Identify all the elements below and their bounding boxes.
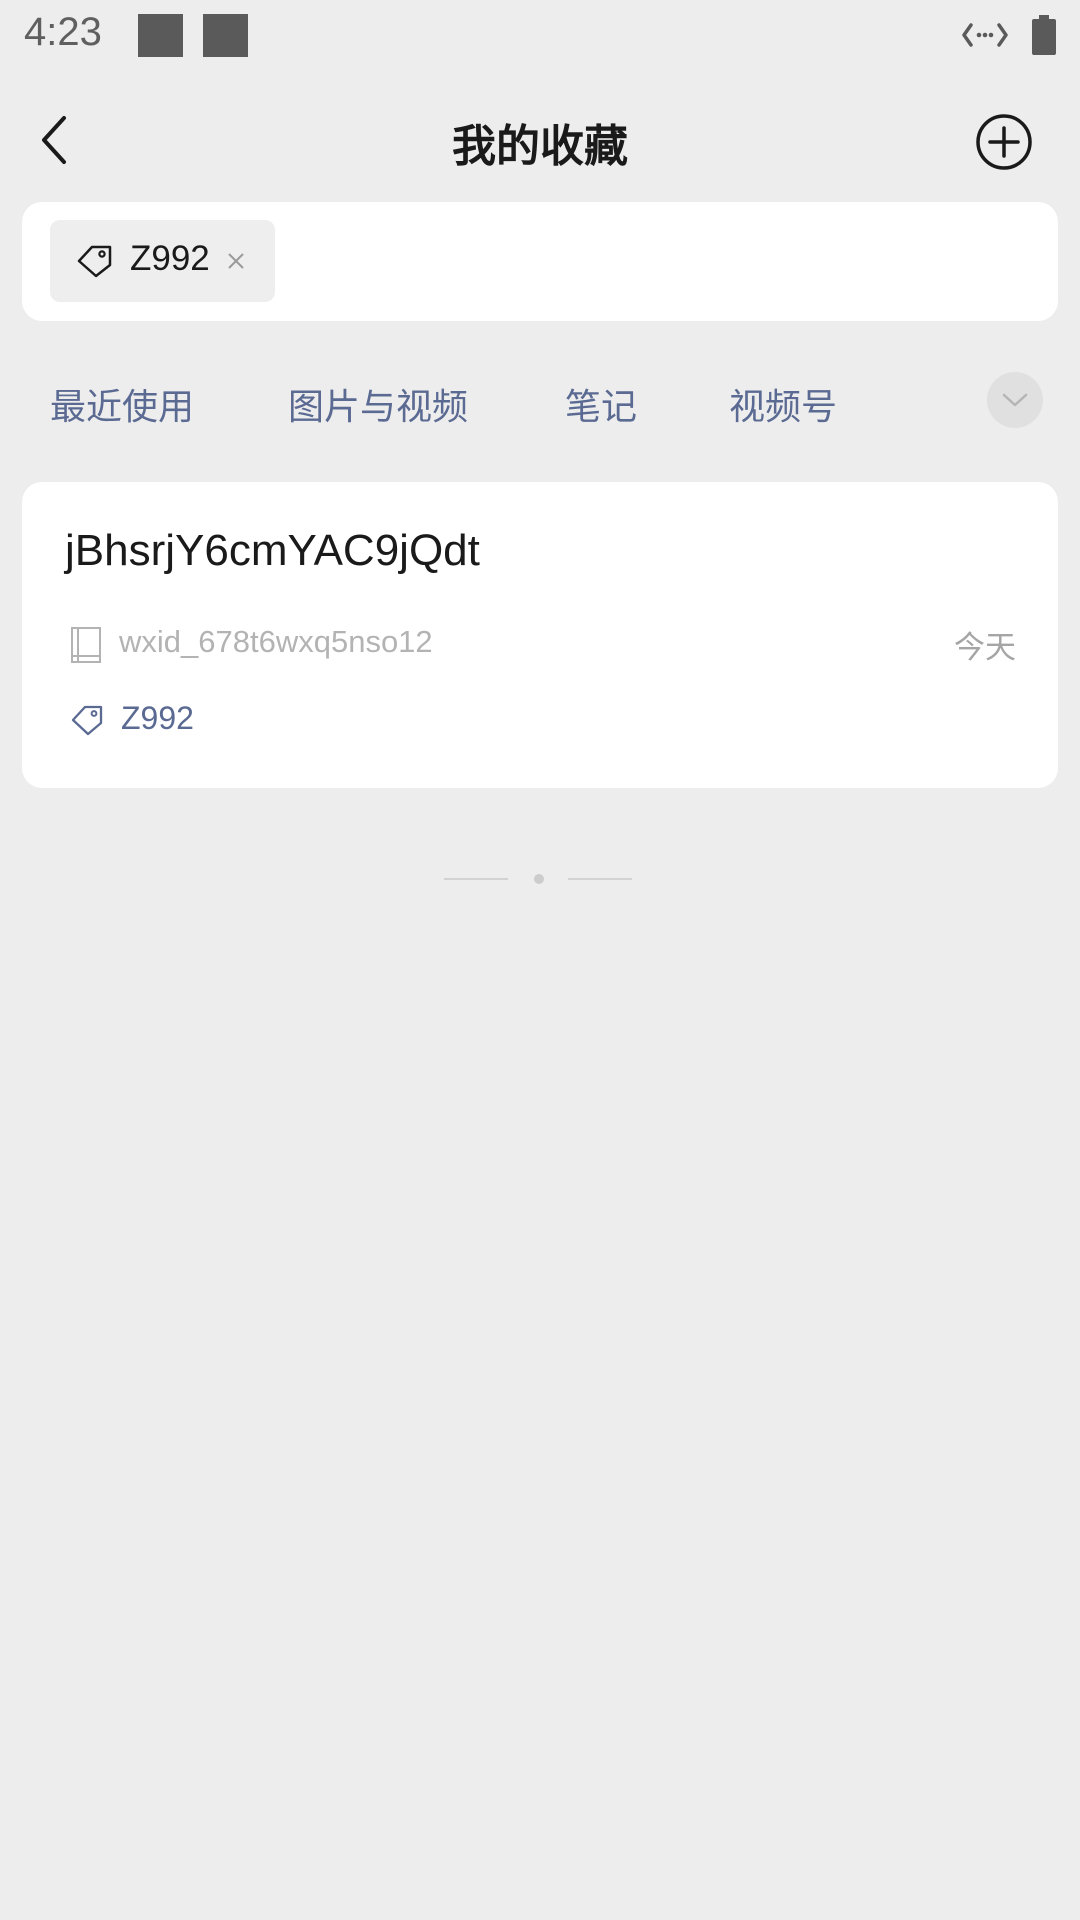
notification-square-icon — [203, 14, 248, 57]
chevron-down-icon — [1002, 393, 1028, 407]
header: 我的收藏 — [0, 90, 1080, 190]
notification-square-icon — [138, 14, 183, 57]
data-transfer-icon — [962, 23, 1008, 47]
search-filter-box[interactable]: Z992 — [22, 202, 1058, 321]
favorite-source: wxid_678t6wxq5nso12 — [119, 624, 433, 659]
end-of-list-indicator — [444, 872, 636, 886]
tab-images-videos[interactable]: 图片与视频 — [288, 378, 468, 430]
status-time: 4:23 — [24, 10, 102, 54]
plus-circle-icon[interactable] — [974, 112, 1034, 172]
selected-tag-label: Z992 — [130, 239, 210, 278]
close-icon[interactable] — [227, 252, 245, 270]
selected-tag-chip[interactable]: Z992 — [50, 220, 275, 302]
category-tabs: 最近使用 图片与视频 笔记 视频号 — [0, 372, 1080, 432]
page-title: 我的收藏 — [452, 121, 628, 172]
battery-icon — [1032, 15, 1056, 55]
end-dot — [534, 874, 544, 884]
tab-recent[interactable]: 最近使用 — [50, 378, 194, 430]
divider — [444, 878, 508, 880]
tag-icon — [77, 245, 112, 278]
tag-icon — [71, 705, 103, 736]
tab-channels[interactable]: 视频号 — [729, 378, 837, 430]
favorite-date: 今天 — [954, 630, 1016, 666]
favorite-tag[interactable]: Z992 — [121, 700, 194, 737]
tab-notes[interactable]: 笔记 — [565, 378, 637, 430]
book-icon — [71, 627, 101, 663]
favorite-title: jBhsrjY6cmYAC9jQdt — [65, 526, 480, 575]
tabs-more-button[interactable] — [987, 372, 1043, 428]
status-bar: 4:23 — [0, 0, 1080, 72]
divider — [568, 878, 632, 880]
favorite-item-card[interactable]: jBhsrjY6cmYAC9jQdt wxid_678t6wxq5nso12 今… — [22, 482, 1058, 788]
